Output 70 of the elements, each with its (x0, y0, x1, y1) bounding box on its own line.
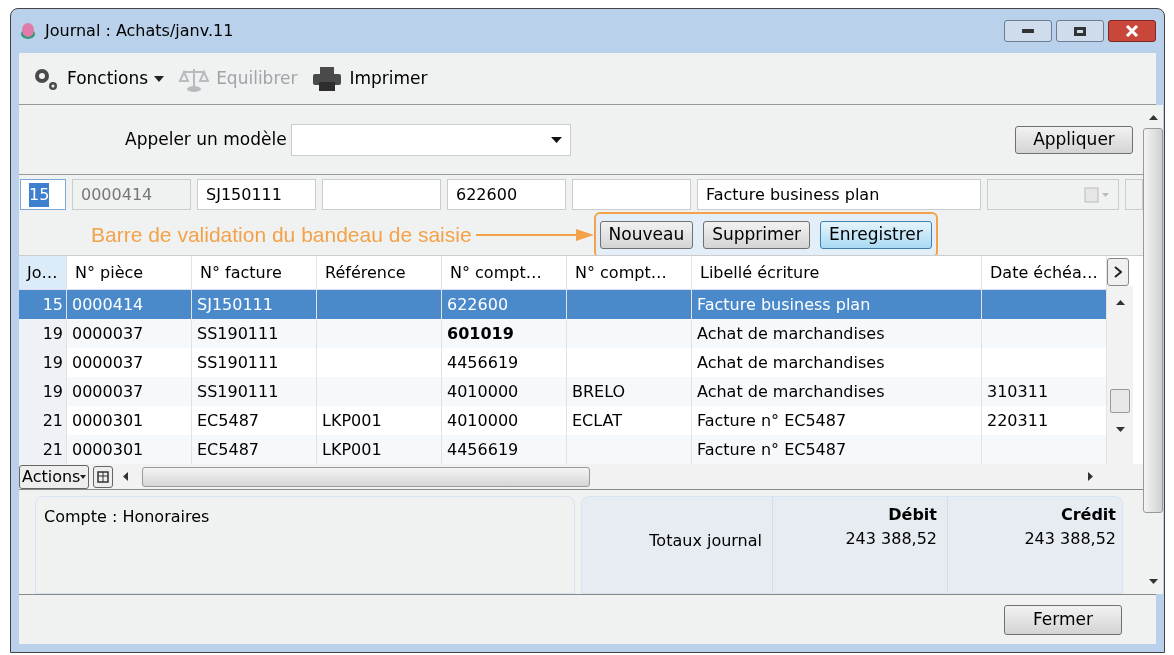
column-header[interactable]: N° compt… (442, 256, 567, 289)
column-header[interactable]: N° facture (192, 256, 317, 289)
entry-field[interactable] (572, 179, 691, 210)
entry-field[interactable]: 622600 (447, 179, 566, 210)
entry-field[interactable]: 0000414 (72, 179, 191, 210)
table-cell: 21 (19, 435, 67, 464)
actions-button[interactable]: Actions (19, 464, 90, 489)
main-vertical-scrollbar[interactable] (1143, 105, 1163, 594)
window-title: Journal : Achats/janv.11 (45, 20, 234, 42)
column-header[interactable]: N° compt… (567, 256, 692, 289)
table-settings-button[interactable] (93, 465, 114, 488)
dropdown-caret-icon (550, 136, 562, 143)
debit-total: 243 388,52 (845, 528, 937, 550)
apply-button[interactable]: Appliquer (1015, 125, 1133, 154)
entry-field[interactable]: 15 (20, 179, 66, 210)
account-label: Compte : Honoraires (44, 507, 210, 526)
close-window-button[interactable]: Fermer (1004, 604, 1122, 635)
table-row[interactable]: 21 0000301 EC5487 LKP001 4010000 ECLAT Facture n° EC5487 220311 (19, 406, 1107, 435)
caret-icon (80, 474, 87, 479)
toolbar-button[interactable]: Imprimer (311, 64, 428, 93)
entry-field[interactable]: Facture business plan (697, 179, 981, 210)
vertical-scrollbar[interactable] (1107, 286, 1133, 464)
grid-icon (97, 470, 110, 483)
app-icon (19, 22, 37, 40)
scroll-up-icon (1115, 300, 1125, 305)
scroll-right-button[interactable] (1107, 258, 1129, 286)
column-header[interactable]: N° pièce (67, 256, 192, 289)
calendar-icon (1084, 186, 1110, 203)
table-row[interactable]: 15 0000414 SJ150111 622600 Facture business plan (19, 290, 1107, 319)
scroll-right-icon (1088, 472, 1093, 481)
table-row[interactable]: 21 0000301 EC5487 LKP001 4456619 Facture n° EC5487 (19, 435, 1107, 464)
column-header[interactable]: Référence (317, 256, 442, 289)
model-label: Appeler un modèle (125, 127, 287, 151)
table-cell: 19 (19, 377, 67, 406)
table-cell: 19 (19, 319, 67, 348)
toolbar-button[interactable]: Fonctions (31, 64, 165, 93)
entry-field[interactable] (1125, 179, 1143, 210)
caret-icon (154, 75, 165, 82)
close-icon (1125, 25, 1139, 37)
table-cell: 19 (19, 348, 67, 377)
table-cell: 21 (19, 406, 67, 435)
column-header[interactable]: Libellé écriture (692, 256, 982, 289)
entry-field[interactable]: SJ150111 (197, 179, 316, 210)
maximize-button[interactable] (1056, 20, 1104, 42)
entry-field[interactable] (322, 179, 441, 210)
scrollbar-thumb[interactable] (1143, 128, 1163, 513)
debit-header: Débit (888, 504, 937, 526)
validation-button[interactable]: Supprimer (703, 221, 811, 249)
table-row[interactable]: 19 0000037 SS190111 4456619 Achat de marchandises (19, 348, 1107, 377)
chevron-right-icon (1114, 266, 1122, 278)
scroll-down-icon (1115, 427, 1125, 432)
entry-field[interactable] (987, 179, 1119, 210)
table-row[interactable]: 19 0000037 SS190111 4010000 BRELO Achat de marchandises 310311 (19, 377, 1107, 406)
scroll-left-icon (123, 472, 129, 481)
minimize-button[interactable] (1004, 20, 1052, 42)
column-header[interactable]: Jo… (19, 256, 67, 289)
close-button[interactable] (1108, 20, 1156, 42)
table-row[interactable]: 19 0000037 SS190111 601019 Achat de marchandises (19, 319, 1107, 348)
credit-header: Crédit (1060, 504, 1116, 526)
scrollbar-thumb[interactable] (142, 466, 591, 487)
scrollbar-thumb[interactable] (1110, 389, 1130, 413)
model-dropdown[interactable] (290, 123, 571, 156)
validation-button[interactable]: Enregistrer (820, 221, 932, 249)
credit-total: 243 388,52 (1024, 528, 1116, 550)
annotation-text: Barre de validation du bandeau de saisie (91, 222, 472, 249)
printer-icon (311, 64, 344, 93)
validation-button[interactable]: Nouveau (599, 221, 694, 249)
scroll-down-icon (1148, 579, 1158, 584)
totals-label: Totaux journal (649, 530, 762, 552)
scroll-up-icon (1148, 115, 1158, 120)
